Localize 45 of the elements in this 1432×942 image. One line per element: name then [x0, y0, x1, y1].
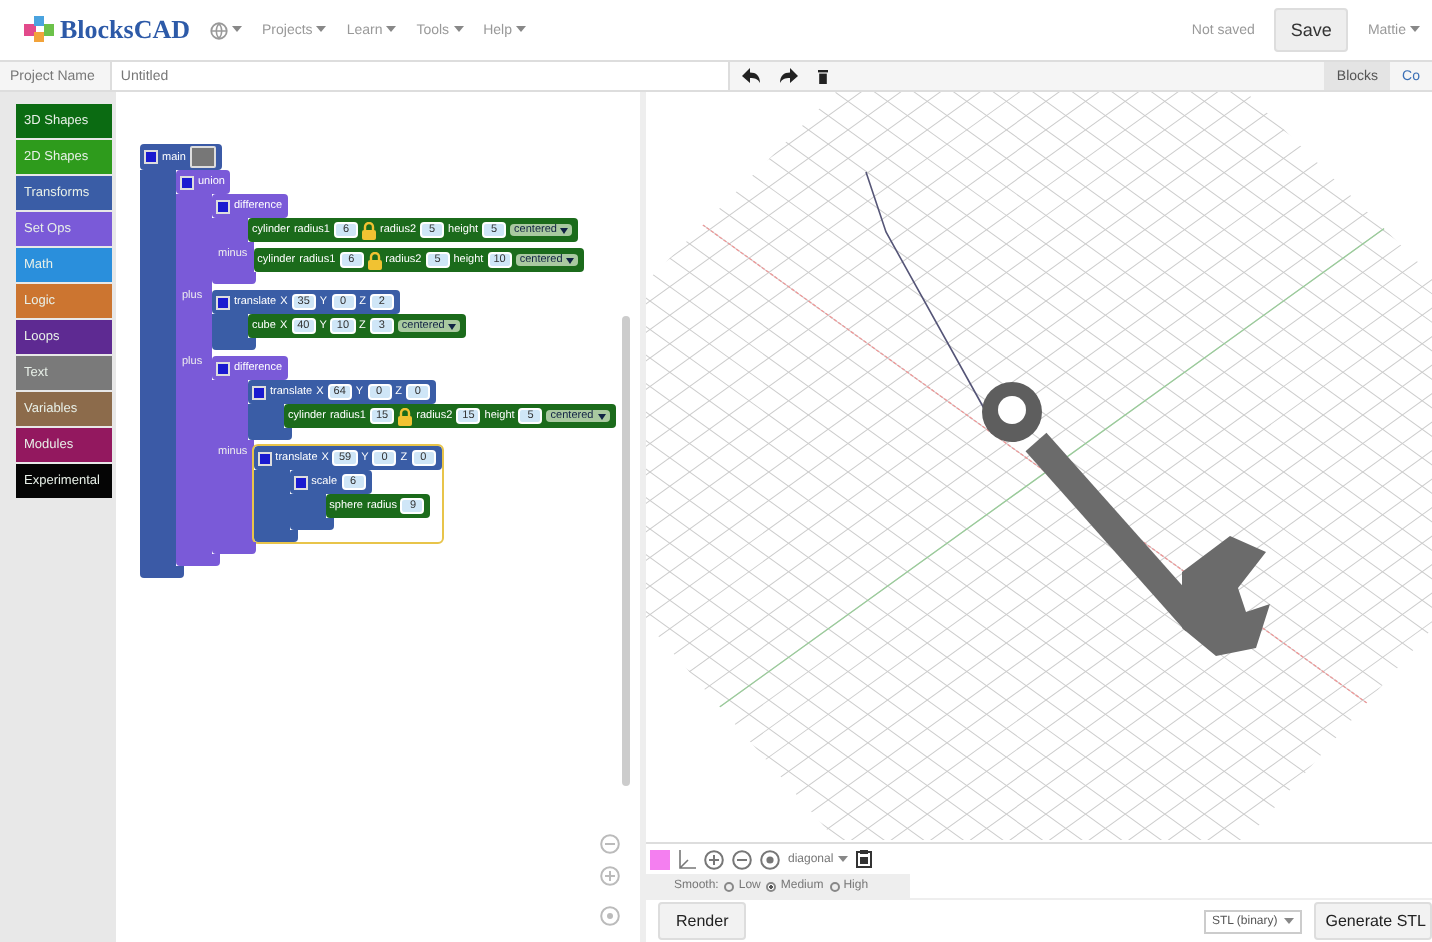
- caret-icon: [566, 257, 575, 263]
- reset-view-icon[interactable]: [760, 849, 780, 869]
- collapse-icon[interactable]: [293, 475, 308, 489]
- color-swatch[interactable]: [650, 849, 670, 869]
- logo-icon: [24, 16, 56, 44]
- globe-icon: [210, 21, 229, 39]
- redo-icon[interactable]: [780, 68, 799, 84]
- caret-icon: [386, 26, 397, 34]
- block-foot: [248, 428, 292, 440]
- generate-button[interactable]: Generate STL: [1313, 902, 1432, 940]
- block-foot: [212, 338, 256, 350]
- zoom-out-icon[interactable]: [732, 849, 752, 869]
- caret-icon: [837, 855, 848, 863]
- render-button[interactable]: Render: [658, 902, 747, 940]
- clipboard-icon[interactable]: [855, 850, 872, 868]
- collapse-icon[interactable]: [216, 295, 230, 309]
- undo-icon[interactable]: [742, 68, 761, 84]
- lock-icon[interactable]: [398, 407, 413, 425]
- axes-icon[interactable]: [678, 849, 696, 869]
- trash-icon[interactable]: [818, 69, 829, 83]
- caret-icon: [232, 26, 243, 34]
- collapse-icon[interactable]: [252, 385, 266, 399]
- caret-icon: [448, 323, 457, 329]
- caret-icon: [1283, 917, 1294, 925]
- caret-icon: [597, 413, 606, 419]
- scrollbar[interactable]: [622, 316, 630, 786]
- collapse-icon[interactable]: [257, 451, 272, 465]
- caret-icon: [1410, 26, 1420, 34]
- collapse-icon[interactable]: [216, 199, 230, 213]
- color-swatch[interactable]: [189, 146, 216, 168]
- caret-icon: [453, 26, 464, 34]
- lock-icon[interactable]: [362, 221, 376, 239]
- collapse-icon[interactable]: [180, 175, 194, 189]
- collapse-icon[interactable]: [216, 361, 230, 375]
- collapse-icon[interactable]: [144, 150, 158, 164]
- caret-icon: [515, 26, 526, 34]
- caret-icon: [560, 227, 569, 233]
- app-logo[interactable]: BlocksCAD: [60, 14, 191, 46]
- code-block[interactable]: [140, 144, 616, 578]
- language-menu[interactable]: [210, 21, 243, 39]
- lock-icon[interactable]: [367, 251, 382, 269]
- caret-icon: [316, 26, 327, 34]
- zoom-in-icon[interactable]: [704, 849, 724, 869]
- save-button[interactable]: Save: [1274, 8, 1348, 52]
- code-block[interactable]: [176, 170, 616, 566]
